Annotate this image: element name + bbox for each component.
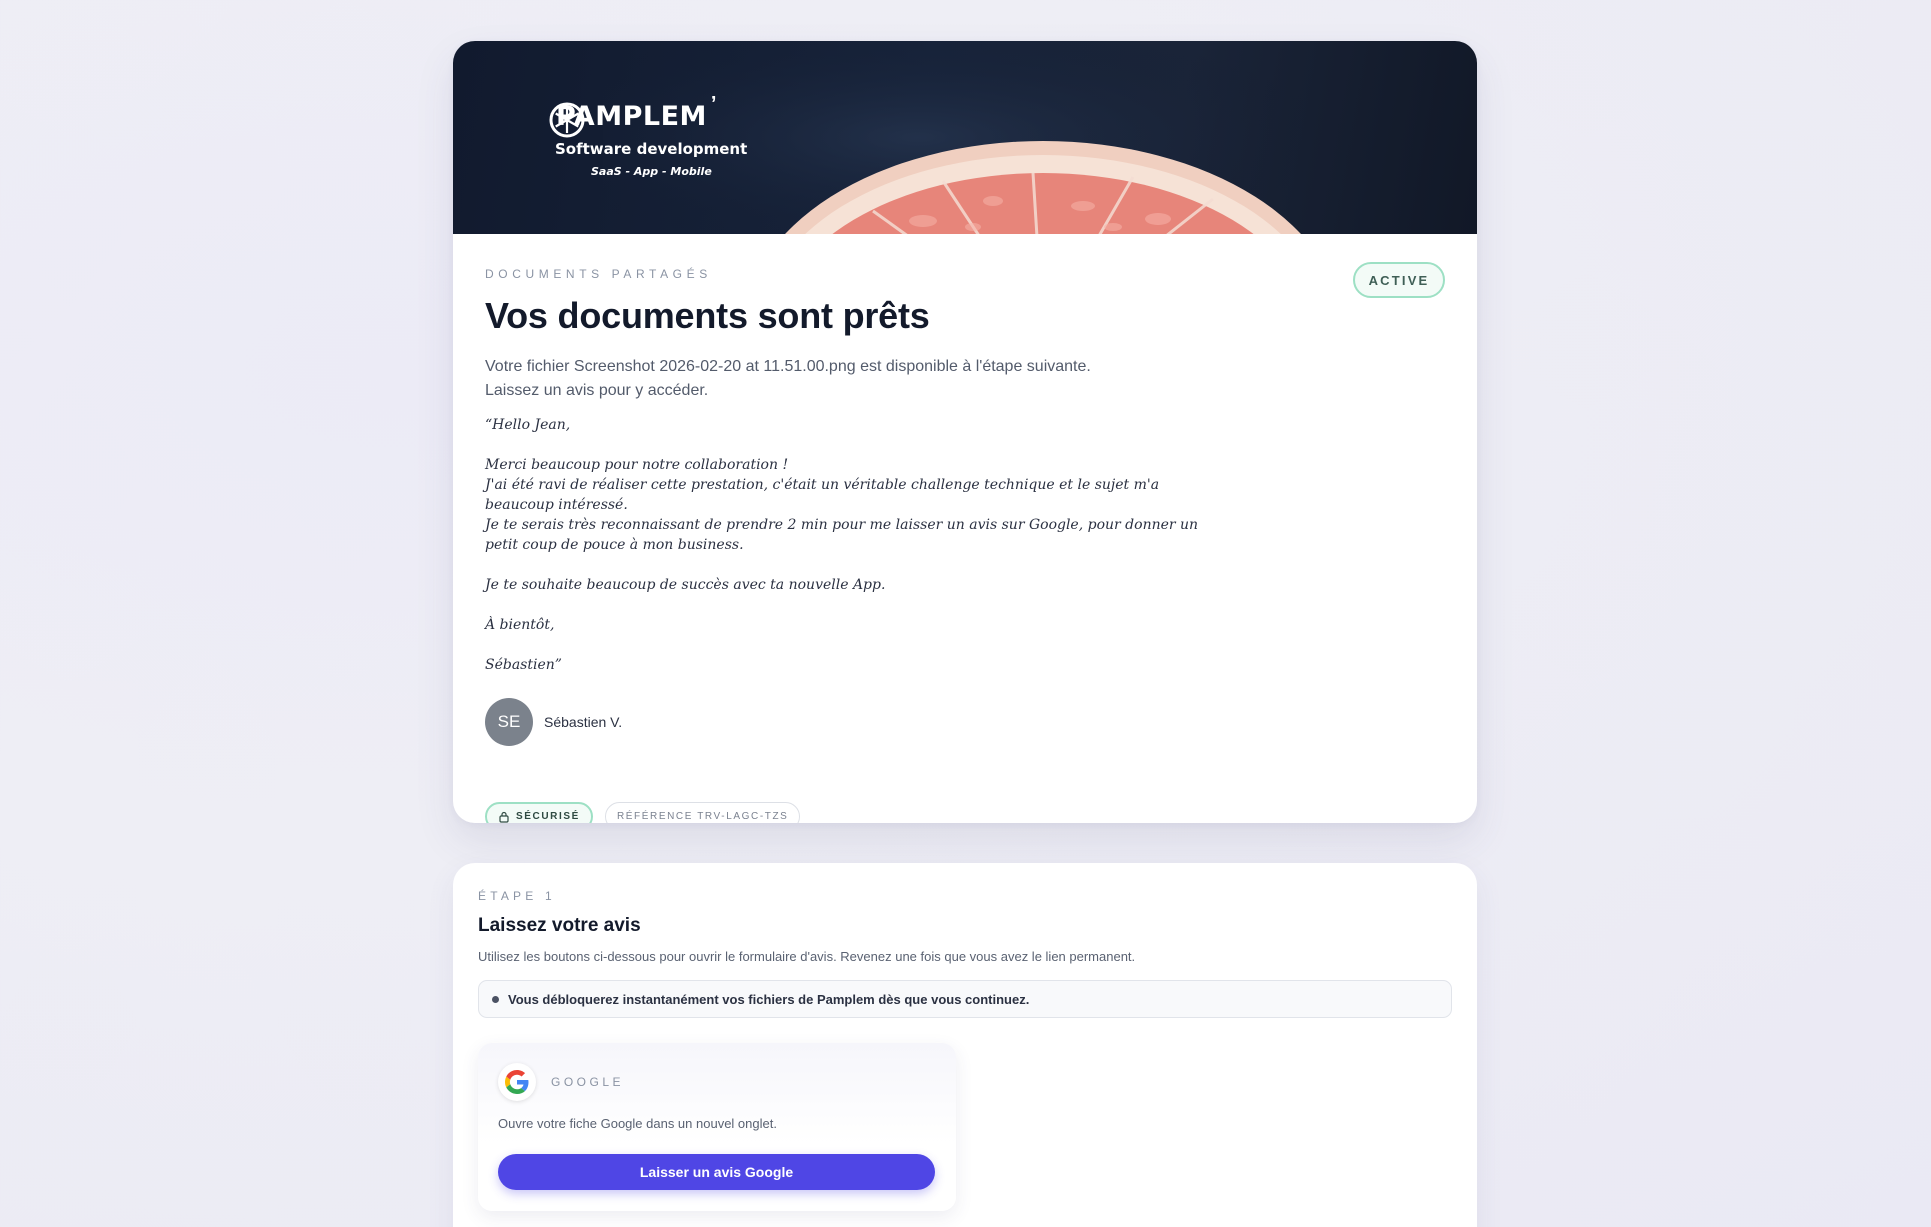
step-kicker: ÉTAPE 1 <box>478 889 556 903</box>
step-title: Laissez votre avis <box>478 915 641 936</box>
reference-chip: RÉFÉRENCE TRV-LAGC-TZS <box>604 802 801 823</box>
letter-closing: À bientôt, <box>485 617 555 633</box>
author-block: SE Sébastien V. <box>485 698 622 746</box>
google-review-card: GOOGLE Ouvre votre fiche Google dans un … <box>478 1043 956 1211</box>
google-g-icon <box>498 1063 536 1101</box>
step-card: ÉTAPE 1 Laissez votre avis Utilisez les … <box>453 863 1477 1227</box>
pamplem-logo-icon <box>549 102 585 138</box>
meta-chips: SÉCURISÉ RÉFÉRENCE TRV-LAGC-TZS <box>485 802 801 823</box>
status-badge: ACTIVE <box>1353 262 1445 298</box>
letter-greeting: “Hello Jean, <box>485 417 571 433</box>
info-text: Vous débloquerez instantanément vos fich… <box>508 991 1030 1007</box>
provider-label: GOOGLE <box>551 1075 625 1089</box>
info-box: Vous débloquerez instantanément vos fich… <box>478 980 1452 1018</box>
letter-wish: Je te souhaite beaucoup de succès avec t… <box>485 577 886 593</box>
google-review-button[interactable]: Laisser un avis Google <box>498 1154 935 1190</box>
brand-subtagline: SaaS - App - Mobile <box>591 165 712 178</box>
letter-body: Merci beaucoup pour notre collaboration … <box>485 457 1199 553</box>
description-line: Votre fichier Screenshot 2026-02-20 at 1… <box>485 358 1091 375</box>
section-kicker: DOCUMENTS PARTAGÉS <box>485 267 712 281</box>
secure-chip-label: SÉCURISÉ <box>516 811 580 822</box>
step-description: Utilisez les boutons ci-dessous pour ouv… <box>478 949 1136 964</box>
page-title: Vos documents sont prêts <box>485 295 930 336</box>
secure-chip: SÉCURISÉ <box>485 802 593 823</box>
handwritten-letter: “Hello Jean, Merci beaucoup pour notre c… <box>485 415 1205 695</box>
lock-icon <box>499 811 509 823</box>
brand-accent-mark: ’ <box>710 93 717 115</box>
document-description: Votre fichier Screenshot 2026-02-20 at 1… <box>485 355 1091 403</box>
bullet-icon <box>492 995 499 1003</box>
author-name: Sébastien V. <box>544 714 623 730</box>
document-card: PAMPLEM ’ Software development SaaS - Ap… <box>453 41 1477 823</box>
avatar: SE <box>485 698 533 746</box>
letter-signature: Sébastien” <box>485 657 562 673</box>
description-line: Laissez un avis pour y accéder. <box>485 382 709 399</box>
hero-banner: PAMPLEM ’ Software development SaaS - Ap… <box>453 41 1477 234</box>
brand-tagline: Software development <box>555 140 748 158</box>
review-description: Ouvre votre fiche Google dans un nouvel … <box>498 1116 777 1131</box>
brand-block: PAMPLEM ’ Software development SaaS - Ap… <box>548 93 748 178</box>
